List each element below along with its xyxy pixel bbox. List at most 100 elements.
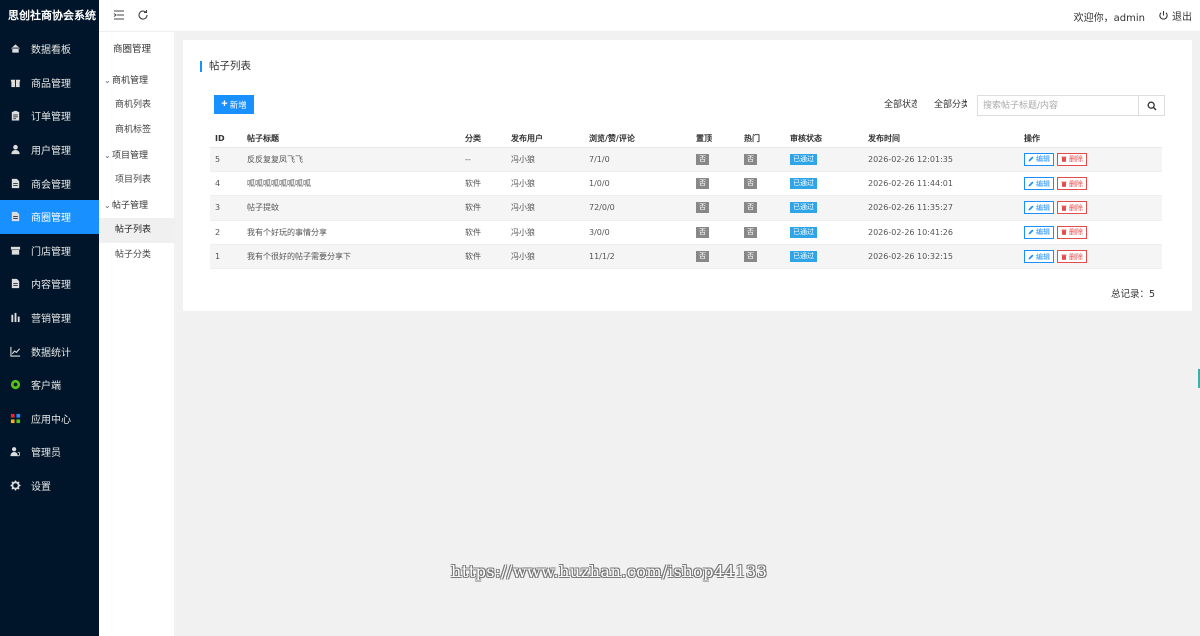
edit-label: 编辑 — [1036, 228, 1050, 237]
nav-list: 数据看板 商品管理订单管理用户管理 商会管理 商圈管理 门店管理 内容管理 营销管理 数据统计… — [0, 32, 99, 502]
delete-button[interactable]: 删除 — [1057, 250, 1087, 264]
cell-status: 已通过 — [785, 244, 863, 270]
watermark-text: https://www.huzhan.com/ishop44133 — [451, 562, 768, 581]
sub-menu-item[interactable]: 项目列表 — [99, 168, 174, 193]
cell-id: 3 — [210, 195, 242, 221]
table-row: 2 我有个好玩的事情分享 软件 冯小狼 3/0/0 否 否 已通过 2026-02-26 10:… — [210, 220, 1162, 246]
menu-collapse-icon[interactable] — [113, 9, 125, 21]
sidebar-item-5[interactable]: 商圈管理 — [0, 199, 99, 234]
cell-title: 呱呱呱呱呱呱呱呱 — [242, 171, 460, 197]
sidebar-item-9[interactable]: 数据统计 — [0, 334, 99, 368]
delete-button[interactable]: 删除 — [1057, 225, 1087, 239]
chevron-down-icon: ⌄ — [104, 201, 111, 210]
cell-hot: 否 — [739, 220, 785, 246]
sub-menu-group[interactable]: ⌄帖子管理 — [99, 193, 174, 218]
edit-button[interactable]: 编辑 — [1024, 177, 1054, 191]
sidebar-item-4[interactable]: 商会管理 — [0, 166, 99, 200]
sub-menu-group[interactable]: ⌄商机管理 — [99, 68, 174, 93]
column-header: 置顶 — [691, 130, 739, 148]
cell-stats: 7/1/0 — [584, 147, 691, 172]
plus-icon: + — [221, 98, 228, 110]
column-header: 帖子标题 — [242, 130, 460, 148]
column-header: ID — [210, 130, 242, 148]
sub-menu-item[interactable]: 商机标签 — [99, 118, 174, 143]
sidebar-item-1[interactable]: 商品管理 — [0, 66, 99, 100]
hot-badge[interactable]: 否 — [744, 153, 757, 165]
sub-menu-item[interactable]: 商机列表 — [99, 93, 174, 118]
status-badge: 已通过 — [790, 226, 817, 238]
top-badge[interactable]: 否 — [696, 226, 709, 238]
delete-label: 删除 — [1069, 179, 1083, 188]
hot-badge[interactable]: 否 — [744, 226, 757, 238]
column-header: 操作 — [1019, 130, 1162, 148]
add-post-button[interactable]: + 新增 — [214, 95, 254, 114]
apps-icon — [10, 413, 21, 424]
edit-button[interactable]: 编辑 — [1024, 201, 1054, 215]
delete-label: 删除 — [1069, 228, 1083, 237]
pencil-icon — [1028, 229, 1034, 235]
sidebar-item-8[interactable]: 营销管理 — [0, 301, 99, 335]
sidebar-item-7[interactable]: 内容管理 — [0, 267, 99, 301]
clipboard-icon — [10, 110, 21, 122]
sub-menu-item[interactable]: 帖子分类 — [99, 243, 174, 268]
trash-icon — [1061, 229, 1067, 236]
power-icon — [1159, 10, 1168, 20]
pencil-icon — [1028, 181, 1034, 187]
document-icon — [10, 278, 21, 289]
sub-menu-group[interactable]: ⌄项目管理 — [99, 143, 174, 168]
sidebar-item-2[interactable]: 订单管理 — [0, 99, 99, 133]
sidebar-item-6[interactable]: 门店管理 — [0, 234, 99, 268]
hot-badge[interactable]: 否 — [744, 178, 757, 190]
total-records: 总记录：5 — [1110, 289, 1155, 300]
top-badge[interactable]: 否 — [696, 202, 709, 214]
category-filter-select[interactable]: 全部分类 — [934, 96, 967, 115]
top-badge[interactable]: 否 — [696, 251, 709, 263]
cell-status: 已通过 — [785, 195, 863, 221]
edit-button[interactable]: 编辑 — [1024, 152, 1054, 166]
search-input[interactable] — [978, 96, 1138, 115]
logout-button[interactable]: 退出 — [1158, 8, 1192, 23]
hot-badge[interactable]: 否 — [744, 202, 757, 214]
status-filter-select[interactable]: 全部状态 — [884, 96, 917, 115]
top-badge[interactable]: 否 — [696, 153, 709, 165]
cell-stats: 72/0/0 — [584, 195, 691, 221]
sidebar-item-12[interactable]: 管理员 — [0, 435, 99, 469]
search-box — [977, 95, 1165, 116]
trash-icon — [1061, 181, 1067, 187]
hot-badge[interactable]: 否 — [744, 251, 757, 263]
sidebar-item-0[interactable]: 数据看板 — [0, 32, 99, 66]
sidebar-item-3[interactable]: 用户管理 — [0, 133, 99, 167]
top-badge[interactable]: 否 — [696, 178, 709, 190]
column-header: 热门 — [739, 130, 785, 148]
cell-time: 2026-02-26 11:35:27 — [863, 195, 1019, 221]
sidebar-item-13[interactable]: 设置 — [0, 469, 99, 503]
cell-id: 1 — [210, 244, 242, 270]
column-header: 浏览/赞/评论 — [584, 130, 691, 148]
cell-top: 否 — [691, 171, 739, 197]
sub-menu-item[interactable]: 帖子列表 — [99, 218, 174, 243]
edit-label: 编辑 — [1036, 155, 1050, 164]
cell-category: 软件 — [460, 171, 506, 197]
sidebar-item-11[interactable]: 应用中心 — [0, 402, 99, 436]
cell-hot: 否 — [739, 147, 785, 172]
refresh-icon[interactable] — [137, 9, 149, 21]
sidebar-item-label: 订单管理 — [31, 112, 71, 124]
delete-button[interactable]: 删除 — [1057, 152, 1087, 166]
sidebar-item-label: 应用中心 — [31, 414, 71, 426]
trash-icon — [1061, 205, 1067, 211]
edit-button[interactable]: 编辑 — [1024, 250, 1054, 264]
delete-label: 删除 — [1069, 203, 1083, 212]
cell-top: 否 — [691, 195, 739, 221]
delete-button[interactable]: 删除 — [1057, 177, 1087, 191]
delete-button[interactable]: 删除 — [1057, 201, 1087, 215]
delete-label: 删除 — [1069, 252, 1083, 261]
sidebar-item-label: 设置 — [31, 482, 51, 494]
search-button[interactable] — [1138, 96, 1164, 115]
column-header: 审核状态 — [785, 130, 863, 148]
edit-button[interactable]: 编辑 — [1024, 225, 1054, 239]
cell-stats: 3/0/0 — [584, 220, 691, 246]
cell-top: 否 — [691, 147, 739, 172]
sidebar-item-10[interactable]: 客户端 — [0, 368, 99, 402]
user-icon — [10, 144, 21, 155]
cell-top: 否 — [691, 244, 739, 270]
